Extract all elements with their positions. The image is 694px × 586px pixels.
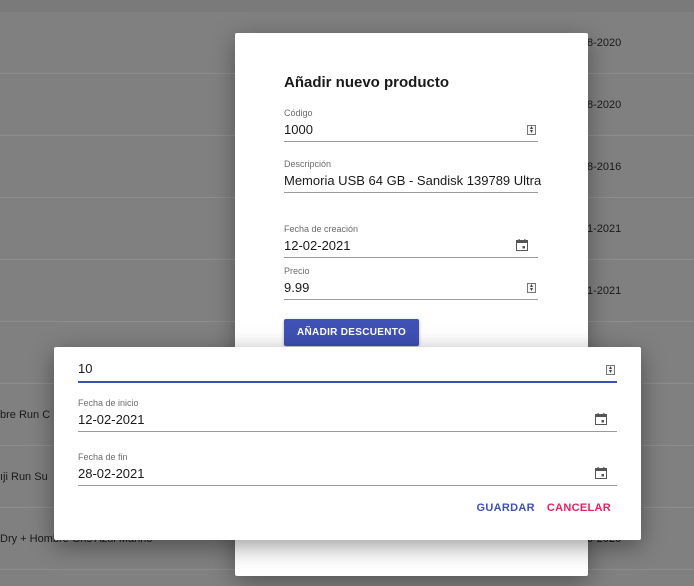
precio-label: Precio <box>284 266 310 276</box>
row-date: 8-2020 <box>587 37 622 49</box>
codigo-input[interactable]: 1000 <box>284 122 538 141</box>
dialog-title: Añadir nuevo producto <box>284 74 449 91</box>
descripcion-label: Descripción <box>284 159 332 169</box>
fecha-inicio-input[interactable]: 12-02-2021 <box>78 412 617 431</box>
fecha-creacion-field[interactable]: Fecha de creación 12-02-2021 <box>284 224 538 258</box>
descripcion-input[interactable]: Memoria USB 64 GB - Sandisk 139789 Ultra <box>284 173 541 192</box>
dialog-actions: GUARDAR CANCELAR <box>477 502 611 514</box>
spinner-icon[interactable]: ▴ ▾ <box>606 365 615 375</box>
discount-amount-field[interactable]: 10 ▴ ▾ <box>78 361 617 383</box>
calendar-icon[interactable] <box>516 239 528 251</box>
save-button[interactable]: GUARDAR <box>477 502 535 514</box>
precio-field[interactable]: Precio 9.99 ▴ ▾ <box>284 266 538 300</box>
row-date: 1-2021 <box>587 285 622 297</box>
fecha-inicio-label: Fecha de inicio <box>78 398 139 408</box>
fecha-creacion-input[interactable]: 12-02-2021 <box>284 238 538 257</box>
fecha-creacion-label: Fecha de creación <box>284 224 359 234</box>
row-date: 8-2016 <box>587 161 622 173</box>
fecha-fin-label: Fecha de fin <box>78 452 128 462</box>
row-date: 8-2020 <box>587 99 622 111</box>
row-date: 1-2021 <box>587 223 622 235</box>
fecha-inicio-field[interactable]: Fecha de inicio 12-02-2021 <box>78 398 617 432</box>
precio-input[interactable]: 9.99 <box>284 280 538 299</box>
row-description: ıji Run Su <box>0 471 48 483</box>
spinner-icon[interactable]: ▴ ▾ <box>527 283 536 293</box>
discount-dialog: 10 ▴ ▾ Fecha de inicio 12-02-2021 Fecha d… <box>54 347 641 540</box>
calendar-icon[interactable] <box>595 467 607 479</box>
row-description: bre Run C <box>0 409 51 421</box>
calendar-icon[interactable] <box>595 413 607 425</box>
descripcion-field[interactable]: Descripción Memoria USB 64 GB - Sandisk … <box>284 159 541 193</box>
discount-amount-input[interactable]: 10 <box>78 361 617 381</box>
codigo-field[interactable]: Código 1000 ▴ ▾ <box>284 108 538 142</box>
add-discount-button[interactable]: AÑADIR DESCUENTO <box>284 319 420 346</box>
fecha-fin-input[interactable]: 28-02-2021 <box>78 466 617 485</box>
cancel-button[interactable]: CANCELAR <box>547 502 611 514</box>
codigo-label: Código <box>284 108 313 118</box>
spinner-icon[interactable]: ▴ ▾ <box>527 125 536 135</box>
fecha-fin-field[interactable]: Fecha de fin 28-02-2021 <box>78 452 617 486</box>
